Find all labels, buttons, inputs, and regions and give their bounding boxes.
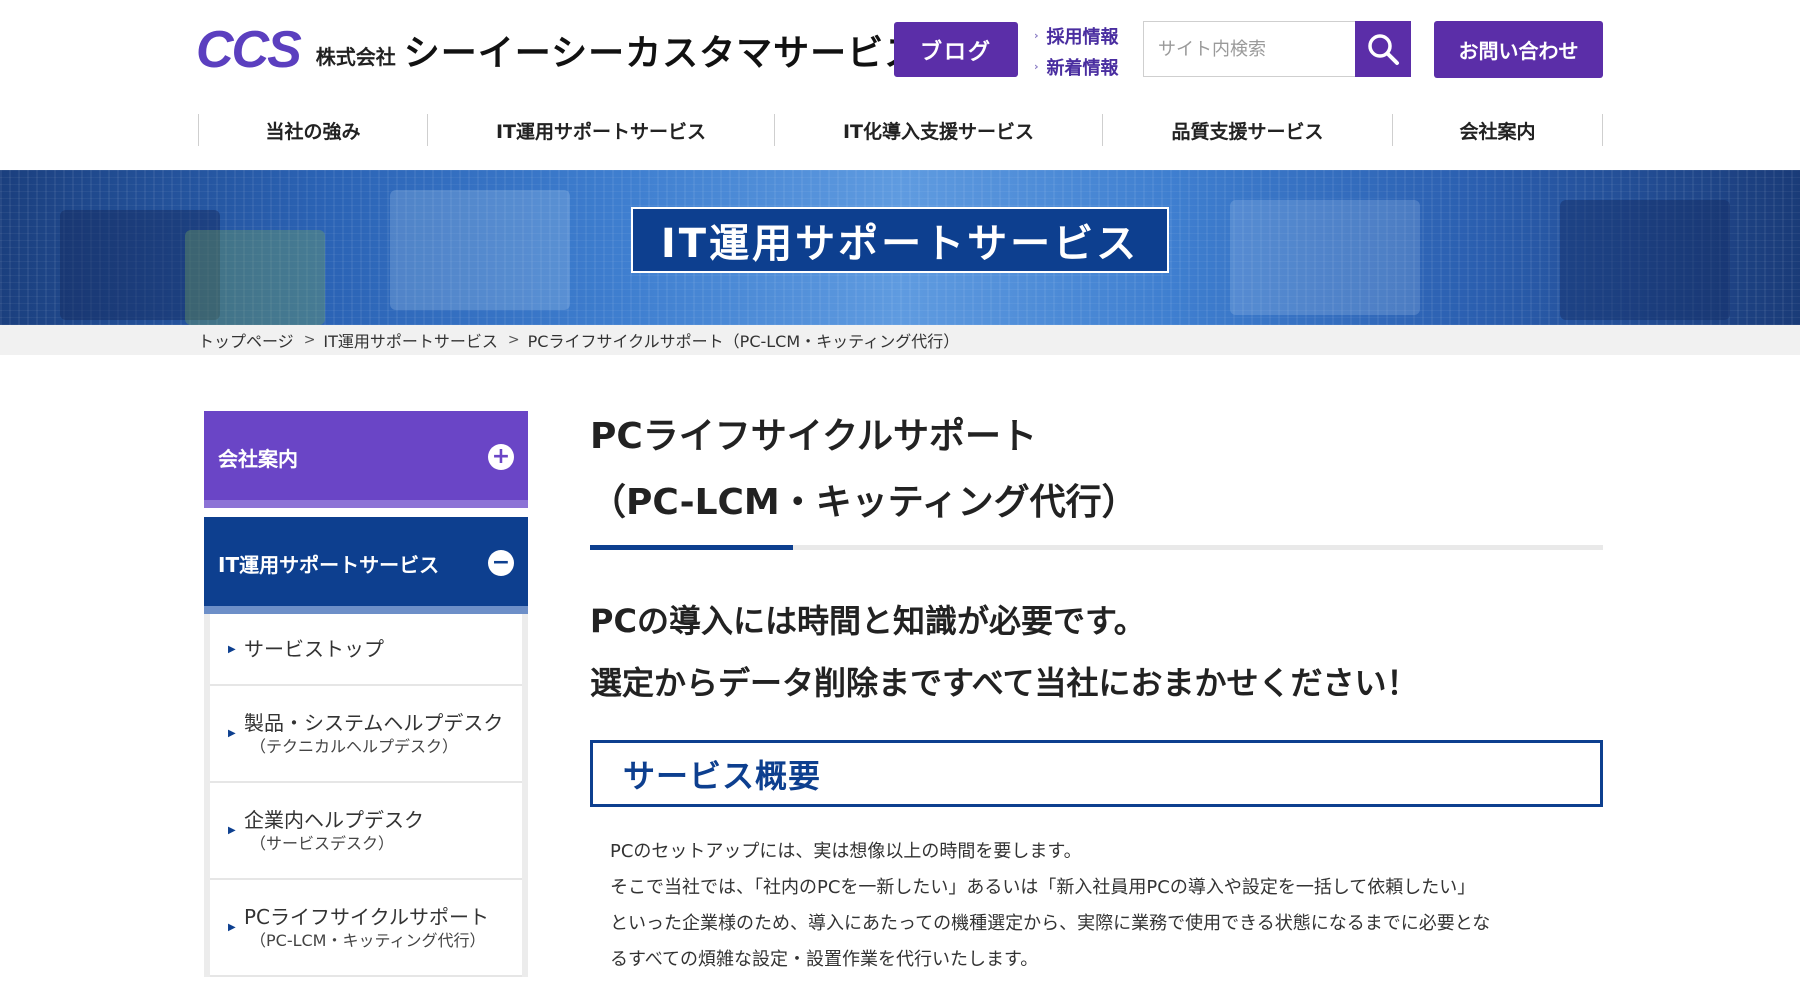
breadcrumb-home[interactable]: トップページ xyxy=(198,328,294,352)
sidebar-item-sublabel: （テクニカルヘルプデスク） xyxy=(250,736,459,756)
breadcrumb-bar: トップページ > IT運用サポートサービス > PCライフサイクルサポート（PC… xyxy=(0,325,1800,355)
sidebar-company-label: 会社案内 xyxy=(218,446,298,471)
contact-button[interactable]: お問い合わせ xyxy=(1434,21,1603,78)
nav-item-it-implementation[interactable]: IT化導入支援サービス xyxy=(774,114,1102,146)
body-line: といった企業様のため、導入にあたっての機種選定から、実際に業務で使用できる状態に… xyxy=(610,913,1491,934)
nav-item-strengths[interactable]: 当社の強み xyxy=(198,114,427,146)
body-line: PCのセットアップには、実は想像以上の時間を要します。 xyxy=(610,841,1082,862)
search-icon xyxy=(1368,34,1399,65)
triangle-right-icon: ▶ xyxy=(228,922,236,933)
sidebar-item-label: 製品・システムヘルプデスク xyxy=(244,710,504,735)
sidebar-item-label: PCライフサイクルサポート xyxy=(244,904,490,929)
nav-item-it-support[interactable]: IT運用サポートサービス xyxy=(427,114,774,146)
hero-photo-tile xyxy=(390,190,570,310)
sidebar-item-pc-lifecycle[interactable]: ▶ PCライフサイクルサポート （PC-LCM・キッティング代行） xyxy=(210,880,522,977)
breadcrumb-current: PCライフサイクルサポート（PC-LCM・キッティング代行） xyxy=(527,332,960,351)
section-heading-box: サービス概要 xyxy=(590,740,1603,807)
news-link-label: 新着情報 xyxy=(1046,57,1119,79)
hero-photo-tile xyxy=(185,230,325,325)
triangle-right-icon: ▶ xyxy=(228,825,236,836)
sidebar-company-header[interactable]: 会社案内 + xyxy=(204,411,528,508)
nav-item-company[interactable]: 会社案内 xyxy=(1392,114,1603,146)
news-link[interactable]: › 新着情報 xyxy=(1034,51,1119,82)
global-nav: 当社の強み IT運用サポートサービス IT化導入支援サービス 品質支援サービス … xyxy=(198,114,1603,146)
logo-mark: CCS xyxy=(196,21,302,79)
title-divider-accent xyxy=(590,545,793,550)
hero-photo-tile xyxy=(1560,200,1730,320)
sidebar-item-product-helpdesk[interactable]: ▶ 製品・システムヘルプデスク （テクニカルヘルプデスク） xyxy=(210,686,522,783)
company-prefix: 株式会社 xyxy=(315,44,396,69)
search-input[interactable] xyxy=(1144,22,1355,76)
company-name: シーイーシーカスタマサービス xyxy=(403,33,922,74)
sidebar-item-corporate-helpdesk[interactable]: ▶ 企業内ヘルプデスク （サービスデスク） xyxy=(210,783,522,880)
hero-title: IT運用サポートサービス xyxy=(631,207,1169,273)
sidebar-item-service-top[interactable]: ▶ サービストップ xyxy=(210,614,522,686)
plus-circle-icon[interactable]: + xyxy=(488,444,514,470)
breadcrumb: トップページ > IT運用サポートサービス > PCライフサイクルサポート（PC… xyxy=(198,325,959,355)
blog-button[interactable]: ブログ xyxy=(894,22,1018,77)
sidebar-it-label: IT運用サポートサービス xyxy=(218,552,440,577)
breadcrumb-it-support[interactable]: IT運用サポートサービス xyxy=(323,328,498,352)
sidebar-item-label: サービストップ xyxy=(244,637,384,661)
chevron-right-icon: > xyxy=(303,332,316,348)
sidebar-it-header[interactable]: IT運用サポートサービス − xyxy=(204,517,528,614)
search-button[interactable] xyxy=(1355,21,1411,77)
page-title: PCライフサイクルサポート （PC-LCM・キッティング代行） xyxy=(590,404,1138,536)
lead-line1: PCの導入には時間と知識が必要です。 xyxy=(590,602,1146,640)
chevron-right-icon: › xyxy=(1034,60,1039,73)
chevron-right-icon: › xyxy=(1034,29,1039,42)
triangle-right-icon: ▶ xyxy=(228,728,236,739)
lead-line2: 選定からデータ削除まですべて当社におまかせください！ xyxy=(590,664,1419,702)
section-title: サービス概要 xyxy=(623,756,822,795)
hero-photo-tile xyxy=(1230,200,1420,315)
body-line: るすべての煩雑な設定・設置作業を代行いたします。 xyxy=(610,949,1039,970)
triangle-right-icon: ▶ xyxy=(228,643,236,655)
page-title-line2: （PC-LCM・キッティング代行） xyxy=(590,482,1138,523)
site-logo[interactable]: CCS 株式会社 シーイーシーカスタマサービス xyxy=(196,22,921,78)
site-search xyxy=(1143,21,1411,77)
nav-item-quality-support[interactable]: 品質支援サービス xyxy=(1102,114,1392,146)
sidebar-submenu: ▶ サービストップ ▶ 製品・システムヘルプデスク （テクニカルヘルプデスク） … xyxy=(204,614,528,977)
chevron-right-icon: > xyxy=(507,332,520,348)
recruit-link[interactable]: › 採用情報 xyxy=(1034,20,1119,51)
site-header: CCS 株式会社 シーイーシーカスタマサービス ブログ › 採用情報 › 新着情… xyxy=(0,0,1800,170)
service-overview-text: PCのセットアップには、実は想像以上の時間を要します。 そこで当社では、「社内の… xyxy=(610,834,1590,978)
sidebar-item-sublabel: （サービスデスク） xyxy=(250,833,395,853)
recruit-link-label: 採用情報 xyxy=(1046,26,1119,48)
sidebar-item-label: 企業内ヘルプデスク xyxy=(244,807,424,832)
sidebar-item-sublabel: （PC-LCM・キッティング代行） xyxy=(250,930,486,950)
minus-circle-icon[interactable]: − xyxy=(488,550,514,576)
body-line: そこで当社では、「社内のPCを一新したい」あるいは「新入社員用PCの導入や設定を… xyxy=(610,877,1476,898)
lead-heading: PCの導入には時間と知識が必要です。 選定からデータ削除まですべて当社におまかせ… xyxy=(590,590,1418,714)
page-title-line1: PCライフサイクルサポート xyxy=(590,416,1038,457)
header-links: › 採用情報 › 新着情報 xyxy=(1034,20,1119,82)
hero-banner: IT運用サポートサービス xyxy=(0,170,1800,325)
